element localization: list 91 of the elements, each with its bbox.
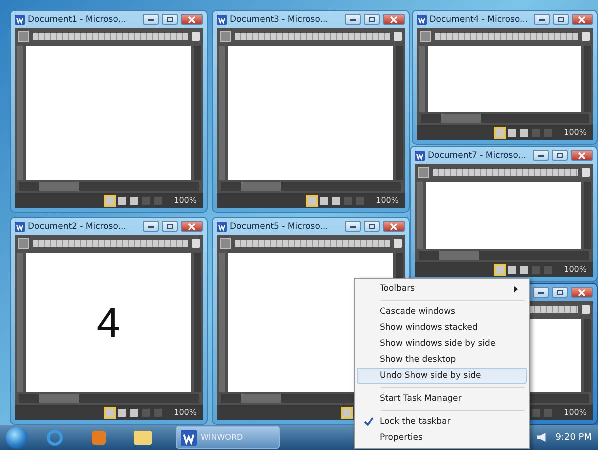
- submenu-arrow-icon: [514, 286, 518, 292]
- horizontal-scrollbar[interactable]: [19, 394, 199, 403]
- close-icon: [188, 222, 196, 230]
- tab-selector-icon[interactable]: [418, 166, 429, 178]
- tab-selector-icon[interactable]: [220, 238, 231, 248]
- web-layout-icon[interactable]: [130, 196, 138, 204]
- clock[interactable]: 9:20 PM: [556, 432, 592, 442]
- menu-item[interactable]: Properties: [357, 430, 527, 446]
- view-ruler-icon[interactable]: [582, 304, 590, 314]
- window-title: Document7 - Microso...: [428, 150, 526, 160]
- close-icon: [578, 288, 586, 296]
- maximize-button[interactable]: [364, 14, 380, 25]
- reading-view-icon[interactable]: [118, 196, 126, 204]
- close-icon: [390, 222, 398, 230]
- close-icon: [390, 16, 398, 24]
- close-button[interactable]: [571, 150, 593, 161]
- close-button[interactable]: [571, 287, 593, 298]
- window-title: Document5 - Microso...: [230, 222, 328, 232]
- menu-item[interactable]: Show the desktop: [357, 352, 527, 368]
- menu-item[interactable]: Undo Show side by side: [357, 368, 527, 384]
- tab-selector-icon[interactable]: [420, 30, 431, 42]
- word-icon: [217, 222, 227, 232]
- menu-item[interactable]: Show windows stacked: [357, 320, 527, 336]
- horizontal-scrollbar[interactable]: [419, 251, 589, 260]
- view-ruler-icon[interactable]: [394, 238, 402, 248]
- view-ruler-icon[interactable]: [582, 168, 590, 176]
- word-icon: [15, 222, 25, 232]
- close-button[interactable]: [181, 221, 203, 232]
- minimize-button[interactable]: [533, 287, 549, 298]
- menu-item[interactable]: Cascade windows: [357, 304, 527, 320]
- minimize-button[interactable]: [143, 221, 159, 232]
- maximize-button[interactable]: [162, 14, 178, 25]
- horizontal-scrollbar[interactable]: [19, 182, 199, 191]
- web-layout-icon[interactable]: [520, 266, 528, 274]
- minimize-button[interactable]: [345, 14, 361, 25]
- view-ruler-icon[interactable]: [192, 32, 200, 40]
- reading-view-icon[interactable]: [118, 408, 126, 416]
- minimize-button[interactable]: [533, 150, 549, 161]
- speaker-icon[interactable]: [536, 433, 546, 442]
- tab-selector-icon[interactable]: [18, 238, 29, 248]
- minimize-button[interactable]: [143, 14, 159, 25]
- maximize-button[interactable]: [162, 221, 178, 232]
- close-icon: [578, 152, 586, 160]
- zoom-level[interactable]: 100%: [376, 196, 399, 205]
- view-ruler-icon[interactable]: [394, 32, 402, 40]
- maximize-button[interactable]: [552, 287, 568, 298]
- menu-item[interactable]: Lock the taskbar: [357, 414, 527, 430]
- maximize-button[interactable]: [552, 150, 568, 161]
- maximize-button[interactable]: [552, 14, 568, 25]
- minimize-button[interactable]: [345, 221, 361, 232]
- page-text: 4: [96, 298, 120, 346]
- close-icon: [578, 16, 586, 24]
- word-icon: [217, 14, 227, 24]
- reading-view-icon[interactable]: [508, 128, 516, 136]
- view-ruler-icon[interactable]: [582, 32, 590, 40]
- menu-item[interactable]: Start Task Manager: [357, 391, 527, 407]
- tab-selector-icon[interactable]: [18, 30, 29, 42]
- close-button[interactable]: [572, 14, 594, 25]
- vertical-ruler: [419, 46, 425, 112]
- menu-item[interactable]: Toolbars: [357, 281, 527, 297]
- word-icon: [15, 14, 25, 24]
- check-icon: [364, 417, 374, 427]
- window-title: Document4 - Microso...: [430, 14, 528, 24]
- web-layout-icon[interactable]: [520, 128, 528, 136]
- menu-item[interactable]: Show windows side by side: [357, 336, 527, 352]
- horizontal-scrollbar[interactable]: [421, 114, 589, 123]
- word-icon: [181, 430, 197, 446]
- web-layout-icon[interactable]: [130, 408, 138, 416]
- zoom-level[interactable]: 100%: [564, 408, 587, 417]
- close-button[interactable]: [181, 14, 203, 25]
- reading-view-icon[interactable]: [320, 196, 328, 204]
- close-button[interactable]: [383, 221, 405, 232]
- zoom-level[interactable]: 100%: [174, 196, 197, 205]
- window-title: Document2 - Microso...: [28, 222, 126, 232]
- vertical-ruler: [417, 182, 423, 249]
- start-button[interactable]: [6, 426, 28, 448]
- horizontal-scrollbar[interactable]: [221, 182, 401, 191]
- close-button[interactable]: [383, 14, 405, 25]
- reading-view-icon[interactable]: [508, 266, 516, 274]
- word-icon: [415, 150, 425, 160]
- tab-selector-icon[interactable]: [220, 30, 231, 42]
- close-icon: [188, 16, 196, 24]
- zoom-level[interactable]: 100%: [564, 265, 587, 274]
- zoom-level[interactable]: 100%: [174, 408, 197, 417]
- web-layout-icon[interactable]: [332, 196, 340, 204]
- minimize-button[interactable]: [534, 14, 550, 25]
- maximize-button[interactable]: [364, 221, 380, 232]
- zoom-level[interactable]: 100%: [564, 128, 587, 137]
- window-title: Document1 - Microso...: [28, 14, 126, 24]
- view-ruler-icon[interactable]: [192, 238, 200, 248]
- window-title: Document3 - Microso...: [230, 14, 328, 24]
